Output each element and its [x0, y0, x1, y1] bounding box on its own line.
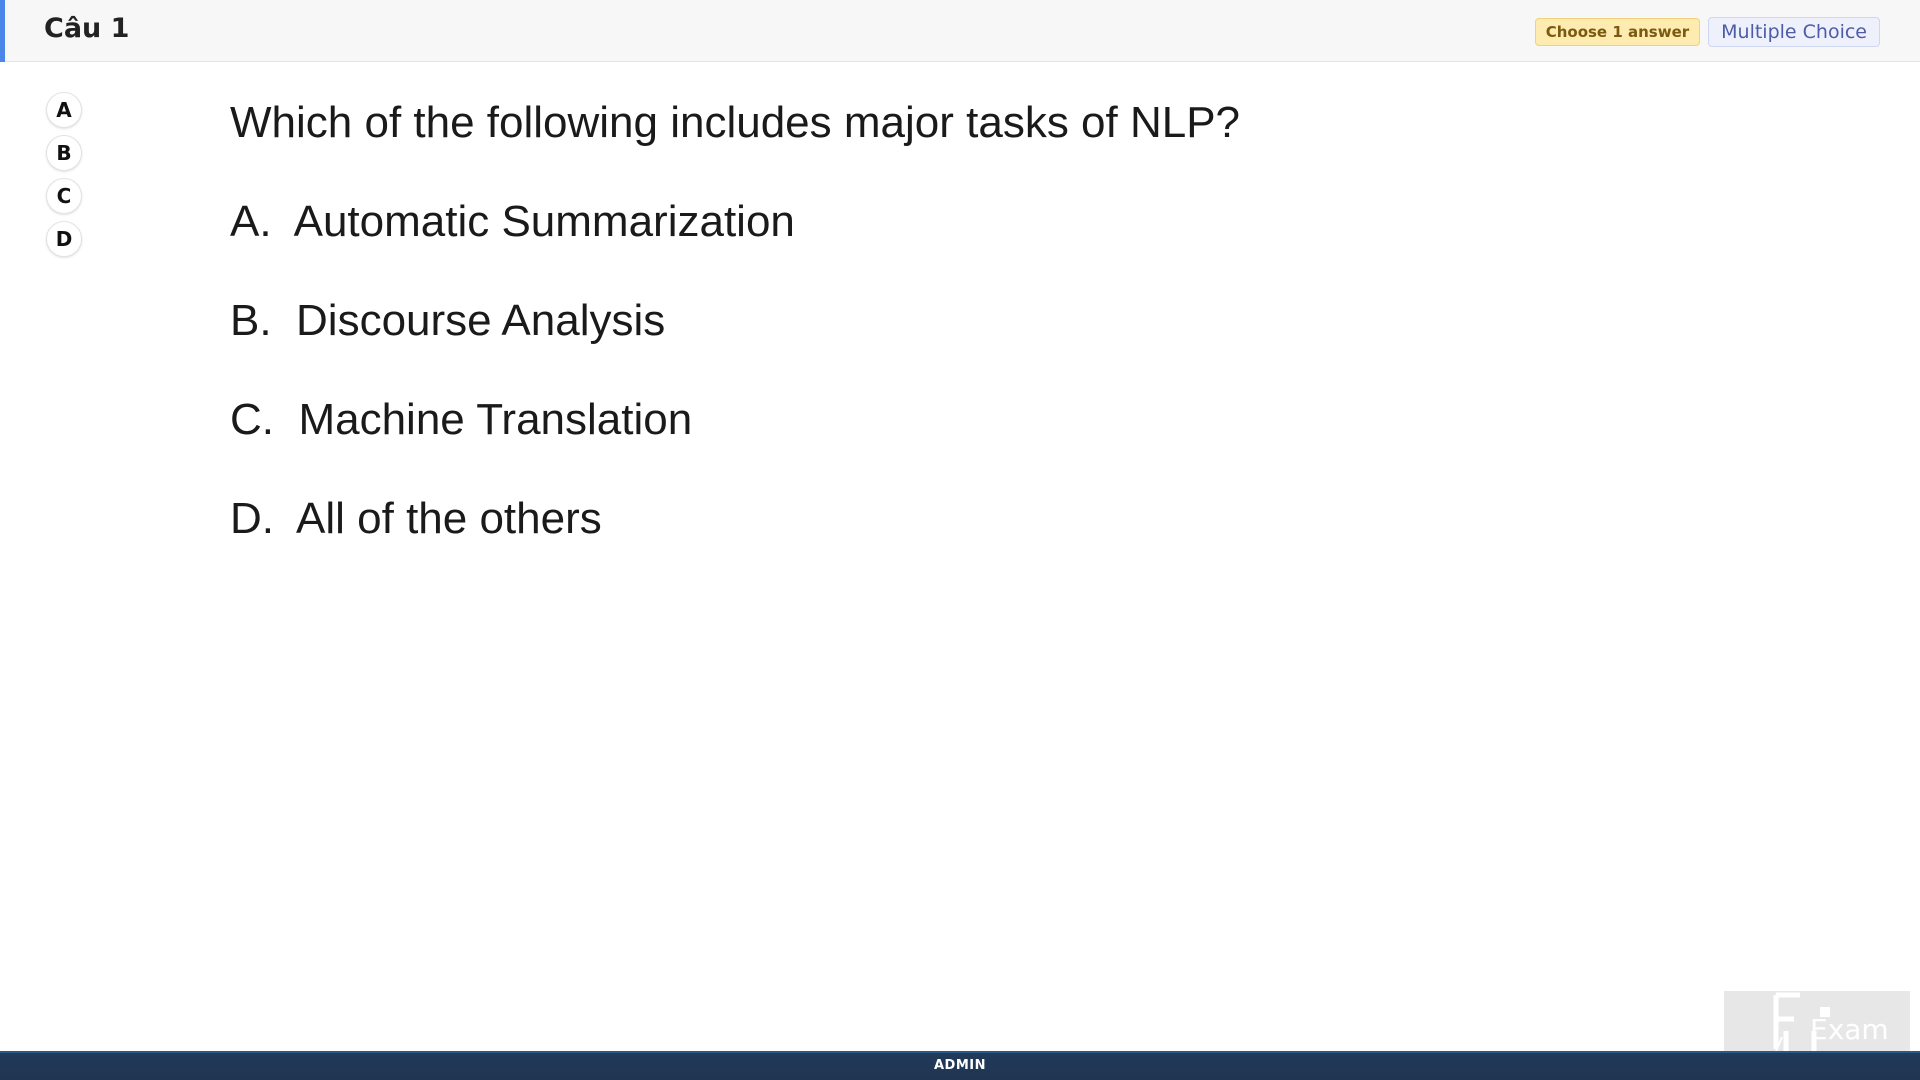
logo-text: Exam [1810, 1013, 1889, 1046]
question-number: Câu 1 [44, 13, 130, 44]
answer-text-b: B. Discourse Analysis [230, 296, 666, 345]
question-header: Câu 1 Choose 1 answer Multiple Choice [0, 0, 1920, 62]
footer-bar: ADMIN [0, 1051, 1920, 1080]
option-button-d[interactable]: D [46, 221, 82, 257]
answer-option-list: A B C D [46, 92, 82, 257]
question-text: Which of the following includes major ta… [230, 98, 1241, 147]
header-accent-bar [0, 0, 5, 62]
choose-count-badge: Choose 1 answer [1534, 18, 1701, 46]
option-button-b[interactable]: B [46, 135, 82, 171]
answer-text-d: D. All of the others [230, 494, 602, 543]
question-image: Which of the following includes major ta… [230, 95, 1240, 590]
header-badges: Choose 1 answer Multiple Choice [1534, 17, 1880, 47]
option-button-c[interactable]: C [46, 178, 82, 214]
footer-user-label: ADMIN [933, 1058, 986, 1073]
answer-text-a: A. Automatic Summarization [230, 197, 795, 246]
question-type-badge: Multiple Choice [1708, 17, 1880, 47]
option-button-a[interactable]: A [46, 92, 82, 128]
answer-text-c: C. Machine Translation [230, 395, 693, 444]
